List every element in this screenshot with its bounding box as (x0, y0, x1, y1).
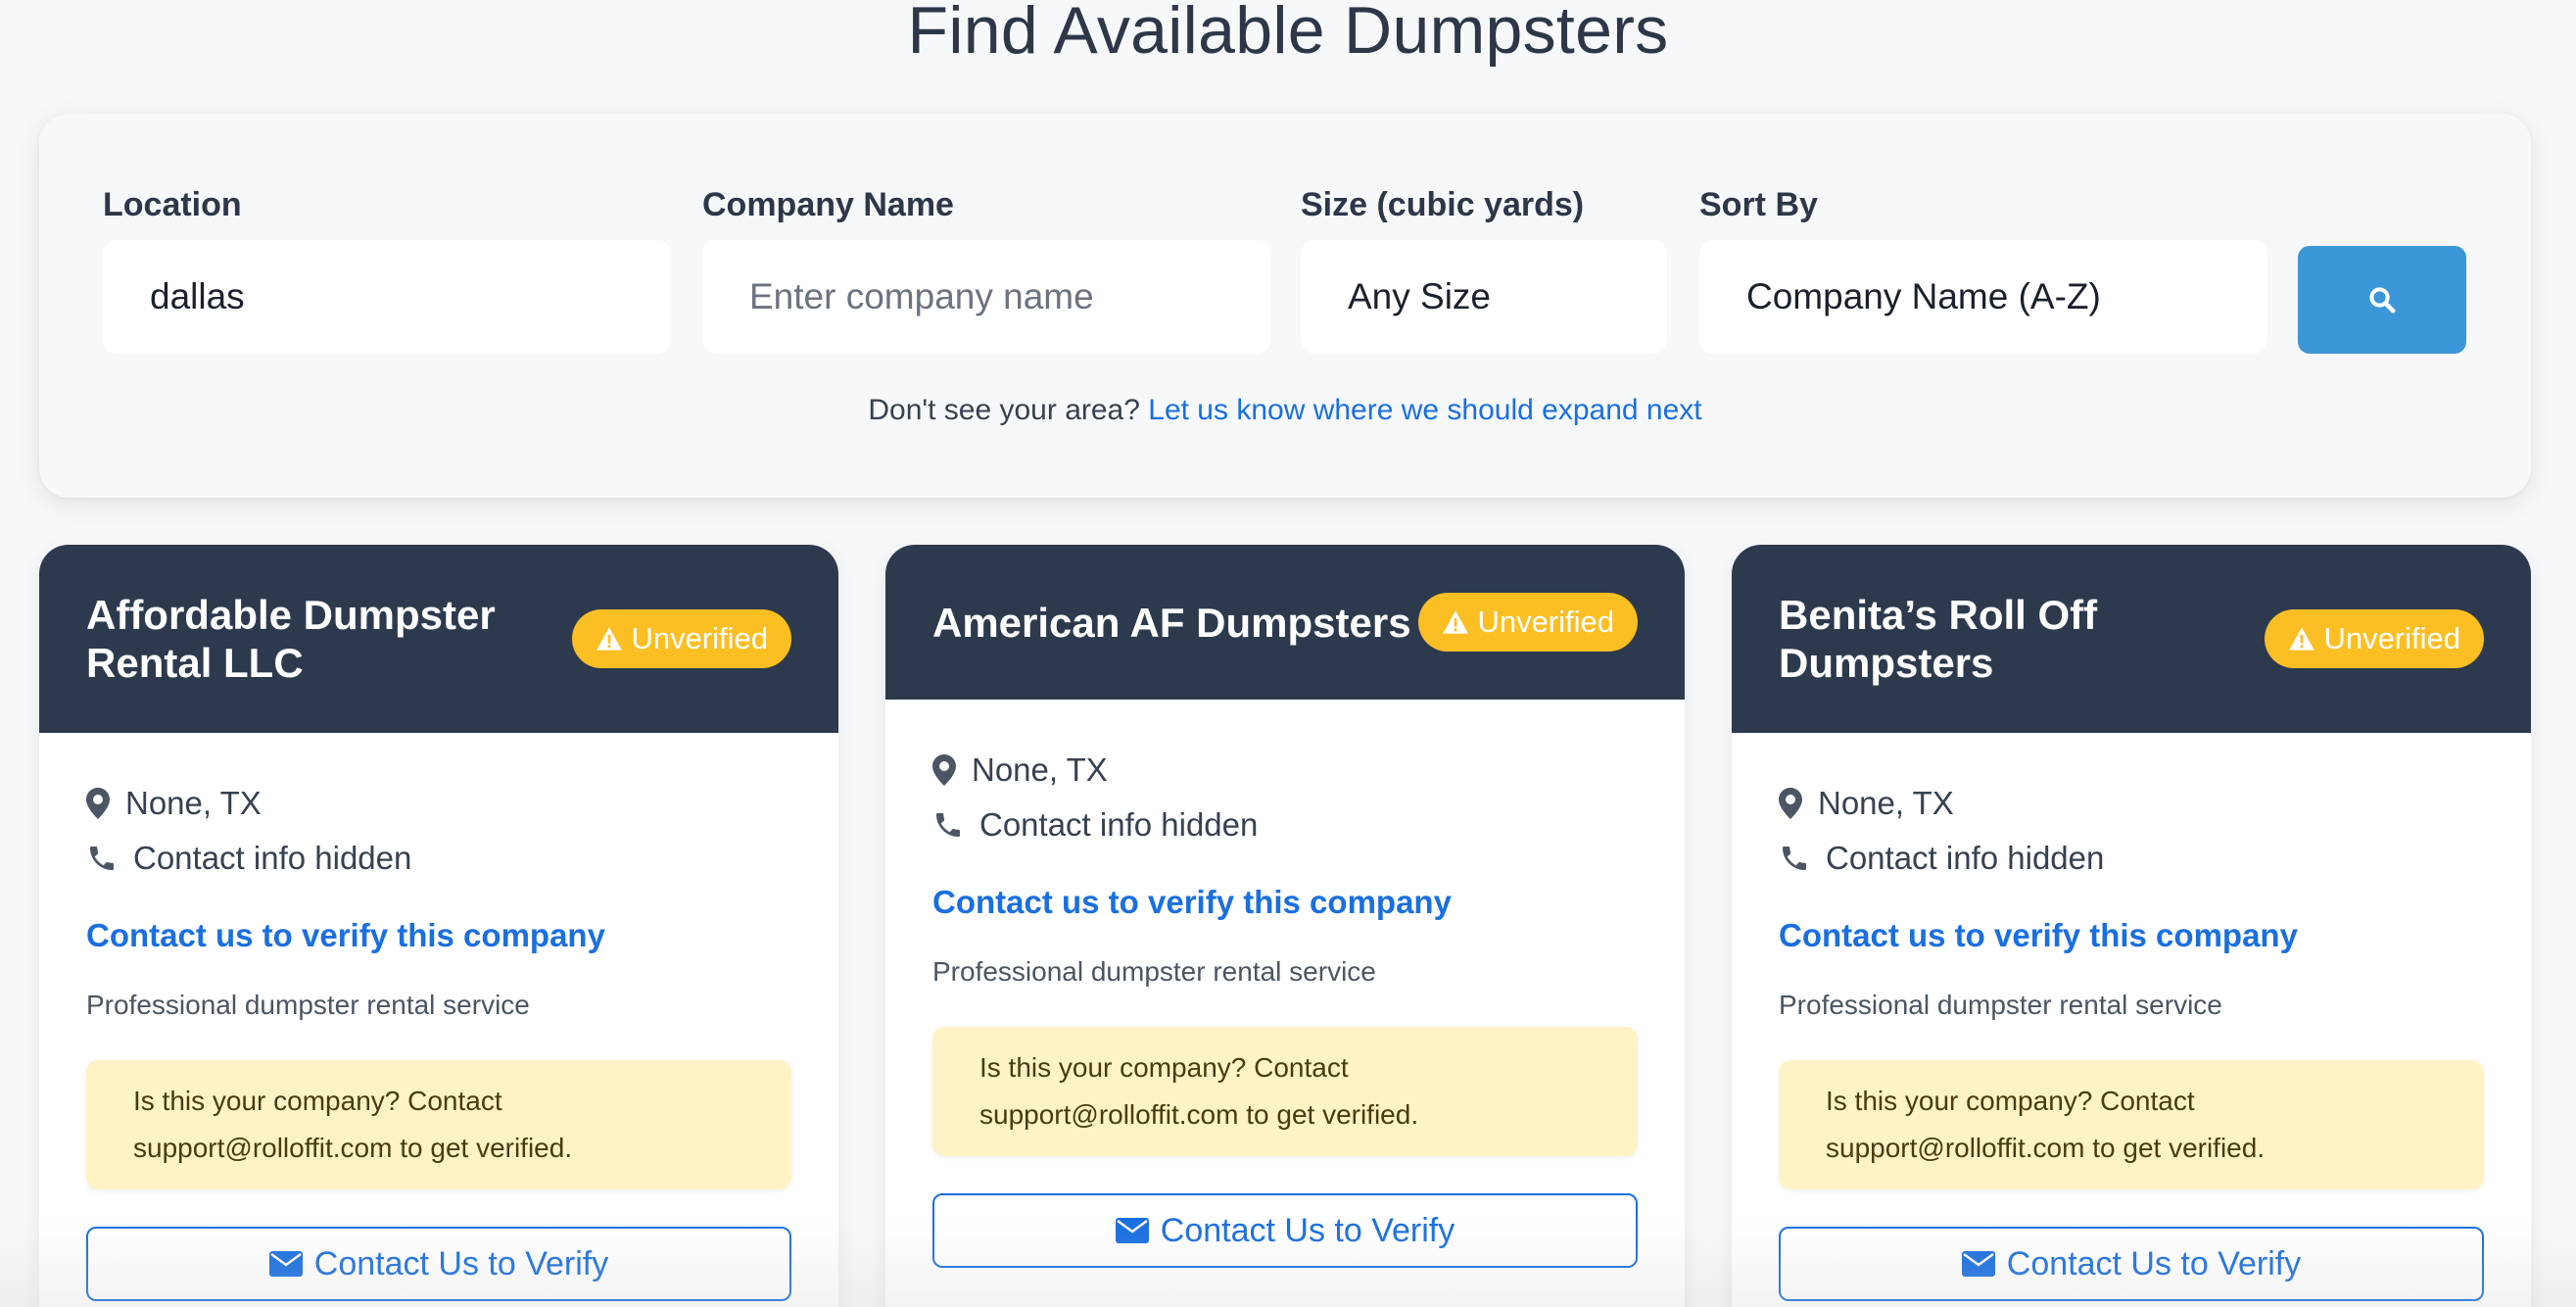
verification-notice: Is this your company? Contact support@ro… (86, 1060, 791, 1189)
unverified-badge: Unverified (572, 609, 791, 668)
contact-verify-button[interactable]: Contact Us to Verify (86, 1227, 791, 1301)
unverified-badge: Unverified (2265, 609, 2484, 668)
phone-icon (86, 843, 133, 874)
location-row: None, TX (932, 743, 1638, 798)
page-title: Find Available Dumpsters (907, 0, 1669, 68)
search-panel: Location dallas Company Name Enter compa… (39, 114, 2531, 498)
card-header: American AF Dumpsters Unverified (885, 545, 1685, 700)
company-card: American AF Dumpsters Unverified None, T… (885, 545, 1685, 1307)
size-field: Size (cubic yards) (1301, 182, 1584, 227)
badge-label: Unverified (631, 621, 768, 655)
location-label: Location (103, 186, 242, 223)
envelope-icon (1961, 1251, 1995, 1277)
company-input[interactable]: Enter company name (702, 240, 1270, 354)
location-row: None, TX (86, 776, 791, 831)
company-name: Benita’s Roll Off Dumpsters (1779, 592, 2098, 686)
card-body: None, TX Contact info hidden Contact us … (1732, 733, 2531, 1301)
card-body: None, TX Contact info hidden Contact us … (39, 733, 838, 1301)
location-row: None, TX (1779, 776, 2484, 831)
contact-text: Contact info hidden (1826, 840, 2105, 876)
verify-company-link[interactable]: Contact us to verify this company (86, 917, 791, 954)
warning-icon (1443, 610, 1469, 634)
company-description: Professional dumpster rental service (1779, 990, 2222, 1020)
envelope-icon (1115, 1218, 1149, 1243)
warning-icon (2289, 627, 2315, 651)
verify-company-link[interactable]: Contact us to verify this company (1779, 917, 2484, 954)
sort-label: Sort By (1699, 186, 1818, 223)
contact-row: Contact info hidden (932, 798, 1638, 852)
map-marker-icon (932, 754, 972, 786)
company-name: American AF Dumpsters (932, 599, 1411, 646)
contact-verify-button[interactable]: Contact Us to Verify (932, 1193, 1638, 1268)
expand-text: Don't see your area? (868, 394, 1140, 426)
envelope-icon (268, 1251, 303, 1277)
card-header: Affordable Dumpster Rental LLC Unverifie… (39, 545, 838, 733)
location-text: None, TX (1818, 785, 1954, 821)
contact-verify-button[interactable]: Contact Us to Verify (1779, 1227, 2484, 1301)
map-marker-icon (1779, 788, 1818, 819)
verification-notice: Is this your company? Contact support@ro… (1779, 1060, 2484, 1189)
sort-select[interactable]: Company Name (A-Z) (1699, 240, 2267, 354)
contact-verify-label: Contact Us to Verify (313, 1244, 609, 1283)
sort-field: Sort By (1699, 182, 1818, 227)
location-input[interactable]: dallas (103, 240, 671, 354)
contact-text: Contact info hidden (979, 806, 1259, 843)
company-name: Affordable Dumpster Rental LLC (86, 592, 496, 686)
expand-line: Don't see your area? Let us know where w… (39, 394, 2531, 427)
contact-verify-label: Contact Us to Verify (1160, 1211, 1455, 1249)
phone-icon (1779, 843, 1826, 874)
company-card: Benita’s Roll Off Dumpsters Unverified N… (1732, 545, 2531, 1307)
size-select[interactable]: Any Size (1301, 240, 1667, 354)
verification-notice: Is this your company? Contact support@ro… (932, 1027, 1638, 1156)
company-description: Professional dumpster rental service (932, 956, 1376, 987)
unverified-badge: Unverified (1418, 593, 1638, 652)
search-icon (2369, 287, 2396, 314)
badge-label: Unverified (2323, 621, 2460, 655)
company-field: Company Name (702, 182, 954, 227)
company-label: Company Name (702, 186, 954, 223)
contact-verify-label: Contact Us to Verify (2006, 1244, 2302, 1283)
location-text: None, TX (125, 785, 262, 821)
contact-row: Contact info hidden (86, 831, 791, 886)
warning-icon (596, 627, 623, 651)
map-marker-icon (86, 788, 125, 819)
location-text: None, TX (972, 751, 1108, 788)
contact-row: Contact info hidden (1779, 831, 2484, 886)
company-description: Professional dumpster rental service (86, 990, 530, 1020)
contact-text: Contact info hidden (133, 840, 412, 876)
card-header: Benita’s Roll Off Dumpsters Unverified (1732, 545, 2531, 733)
expand-link[interactable]: Let us know where we should expand next (1148, 394, 1701, 426)
size-label: Size (cubic yards) (1301, 186, 1585, 223)
verify-company-link[interactable]: Contact us to verify this company (932, 884, 1638, 921)
search-button[interactable] (2298, 246, 2466, 354)
card-body: None, TX Contact info hidden Contact us … (885, 700, 1685, 1268)
company-card: Affordable Dumpster Rental LLC Unverifie… (39, 545, 838, 1307)
phone-icon (932, 809, 979, 841)
badge-label: Unverified (1477, 605, 1614, 639)
location-field: Location (103, 182, 242, 227)
